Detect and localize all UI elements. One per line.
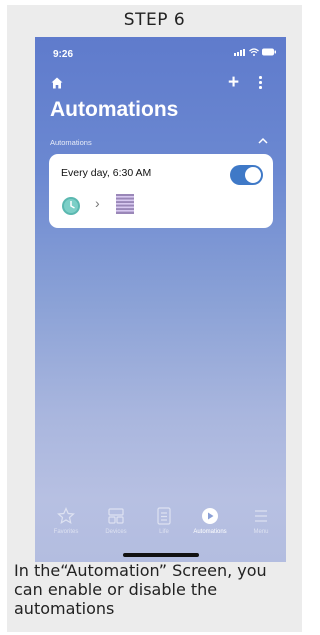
signal-icon: [234, 48, 246, 56]
tab-label: Devices: [105, 529, 127, 535]
phone-screen: 9:26 + Automations Automations Every day…: [35, 37, 286, 562]
chevron-up-icon[interactable]: [258, 137, 268, 144]
status-icons: [234, 48, 276, 56]
tab-devices[interactable]: Devices: [91, 506, 141, 535]
toggle-knob: [245, 167, 261, 183]
tab-menu[interactable]: Menu: [236, 506, 286, 535]
blinds-icon: [116, 194, 134, 214]
more-options-icon[interactable]: [259, 76, 262, 89]
battery-icon: [262, 48, 276, 56]
tab-favorites[interactable]: Favorites: [41, 506, 91, 535]
status-bar: 9:26: [35, 37, 286, 67]
clock-icon: [62, 197, 80, 215]
wifi-icon: [249, 48, 259, 56]
tab-label: Menu: [253, 529, 269, 535]
tab-automations[interactable]: Automations: [185, 506, 235, 535]
automation-card[interactable]: Every day, 6:30 AM ›: [49, 154, 273, 228]
tab-label: Automations: [193, 529, 227, 535]
bottom-tab-bar: Favorites Devices Life Automations Menu: [35, 506, 286, 550]
devices-icon: [108, 508, 124, 524]
menu-icon: [255, 510, 267, 522]
tab-label: Life: [159, 529, 169, 535]
star-icon: [57, 507, 75, 525]
status-time: 9:26: [53, 49, 74, 60]
automation-toggle[interactable]: [230, 165, 263, 185]
home-icon[interactable]: [51, 77, 63, 89]
step-label: STEP 6: [123, 10, 186, 30]
caption-text: In the“Automation” Screen, you can enabl…: [14, 561, 267, 618]
automation-title: Every day, 6:30 AM: [61, 167, 152, 179]
home-indicator[interactable]: [123, 553, 199, 557]
chevron-right-icon: ›: [95, 195, 100, 211]
step-card: STEP 6 9:26 + Automations Automations Ev…: [7, 5, 302, 632]
add-automation-button[interactable]: +: [228, 73, 239, 92]
section-label: Automations: [50, 138, 92, 147]
tab-life[interactable]: Life: [139, 506, 189, 535]
life-icon: [157, 507, 171, 525]
play-icon: [202, 508, 218, 524]
page-title: Automations: [50, 98, 179, 121]
tab-label: Favorites: [53, 529, 79, 535]
